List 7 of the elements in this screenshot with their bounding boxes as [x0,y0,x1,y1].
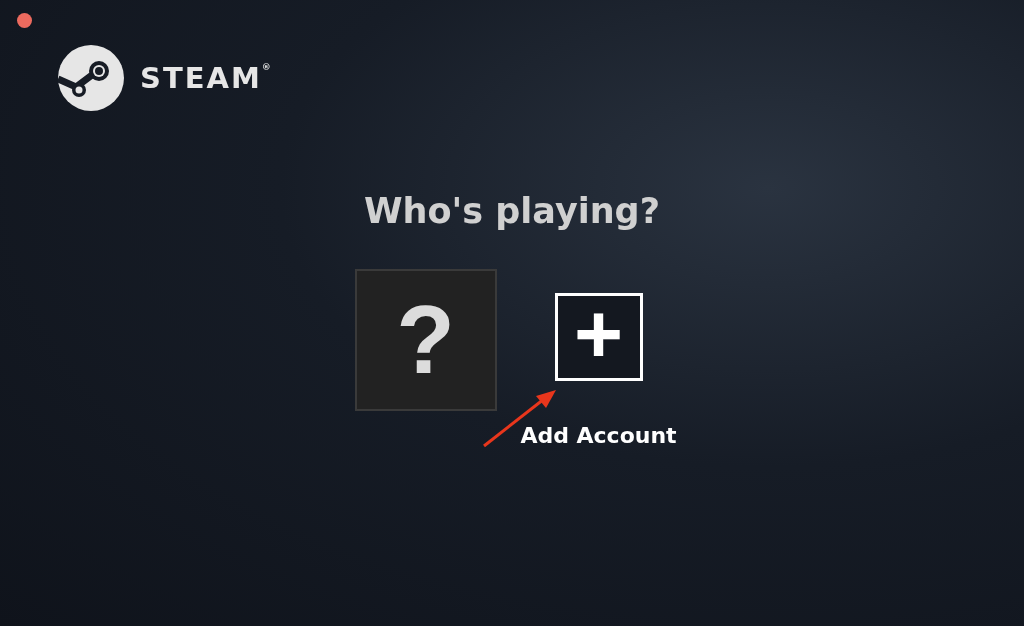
logo-icon [58,45,124,111]
steam-wordmark: STEAM$^{®}$ [140,61,271,95]
unknown-account-tile[interactable]: ? [354,269,497,411]
close-window-icon[interactable] [17,13,32,28]
add-account-button[interactable]: + [554,293,643,381]
add-account-label: Add Account [519,423,678,448]
page-heading: Who's playing? [364,191,660,231]
